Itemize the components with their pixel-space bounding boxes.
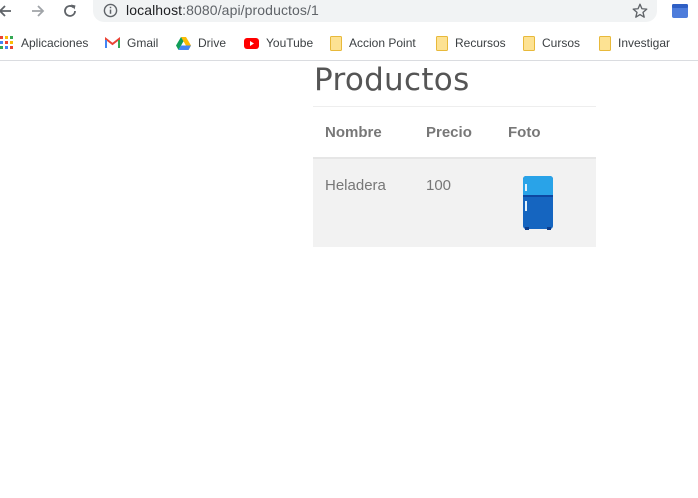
bookmark-label: YouTube	[266, 36, 314, 50]
info-icon[interactable]	[103, 3, 118, 18]
bookmark-label: Aplicaciones	[21, 36, 89, 50]
bookmark-label: Investigar	[618, 36, 671, 50]
folder-icon	[523, 35, 535, 51]
page-title: Productos	[314, 62, 470, 98]
star-icon[interactable]	[631, 2, 649, 20]
extension-icon[interactable]	[671, 2, 689, 20]
bookmark-youtube[interactable]: YouTube	[244, 30, 313, 56]
refrigerator-icon	[523, 176, 553, 230]
gmail-icon	[105, 37, 120, 48]
bookmark-label: Accion Point	[349, 36, 416, 50]
bookmark-investigar[interactable]: Investigar	[599, 30, 670, 56]
arrow-right-icon	[32, 5, 45, 17]
bookmark-label: Cursos	[542, 36, 581, 50]
cell-precio: 100	[426, 158, 508, 247]
product-name: Heladera	[325, 177, 386, 194]
back-button[interactable]	[0, 0, 16, 22]
apps-grid-icon	[0, 36, 13, 49]
bookmark-cursos[interactable]: Cursos	[523, 30, 580, 56]
column-header-precio: Precio	[426, 106, 508, 159]
bookmark-label: Gmail	[127, 36, 159, 50]
arrow-left-icon	[0, 5, 11, 17]
bookmark-gmail[interactable]: Gmail	[105, 30, 158, 56]
product-price: 100	[426, 177, 452, 194]
bookmark-drive[interactable]: Drive	[176, 30, 226, 56]
youtube-icon	[244, 37, 259, 49]
browser-toolbar: localhost:8080/api/productos/1	[0, 0, 698, 24]
column-header-nombre: Nombre	[313, 106, 426, 159]
cell-nombre: Heladera	[313, 158, 426, 247]
address-bar[interactable]: localhost:8080/api/productos/1	[93, 0, 657, 22]
forward-button[interactable]	[27, 0, 49, 22]
drive-icon	[176, 36, 191, 50]
reload-icon	[64, 4, 76, 17]
bookmark-label: Recursos	[455, 36, 506, 50]
table-row: Heladera 100	[313, 158, 596, 247]
folder-icon	[599, 35, 611, 51]
cell-foto	[508, 158, 596, 247]
folder-icon	[330, 35, 342, 51]
reload-button[interactable]	[59, 0, 81, 22]
table-header-row: Nombre Precio Foto	[313, 106, 596, 159]
bookmark-label: Drive	[198, 36, 227, 50]
bookmark-accion-point[interactable]: Accion Point	[330, 30, 416, 56]
address-bar-url[interactable]: localhost:8080/api/productos/1	[126, 2, 319, 18]
bookmark-aplicaciones[interactable]: Aplicaciones	[0, 30, 88, 56]
bookmarks-bar: Aplicaciones Gmail Drive YouTube Accion …	[0, 30, 698, 56]
folder-icon	[436, 35, 448, 51]
bookmark-recursos[interactable]: Recursos	[436, 30, 506, 56]
url-path: :8080/api/productos/1	[182, 2, 319, 18]
url-host: localhost	[126, 2, 183, 18]
products-table: Nombre Precio Foto Heladera 100	[313, 106, 596, 247]
column-header-foto: Foto	[508, 106, 596, 159]
